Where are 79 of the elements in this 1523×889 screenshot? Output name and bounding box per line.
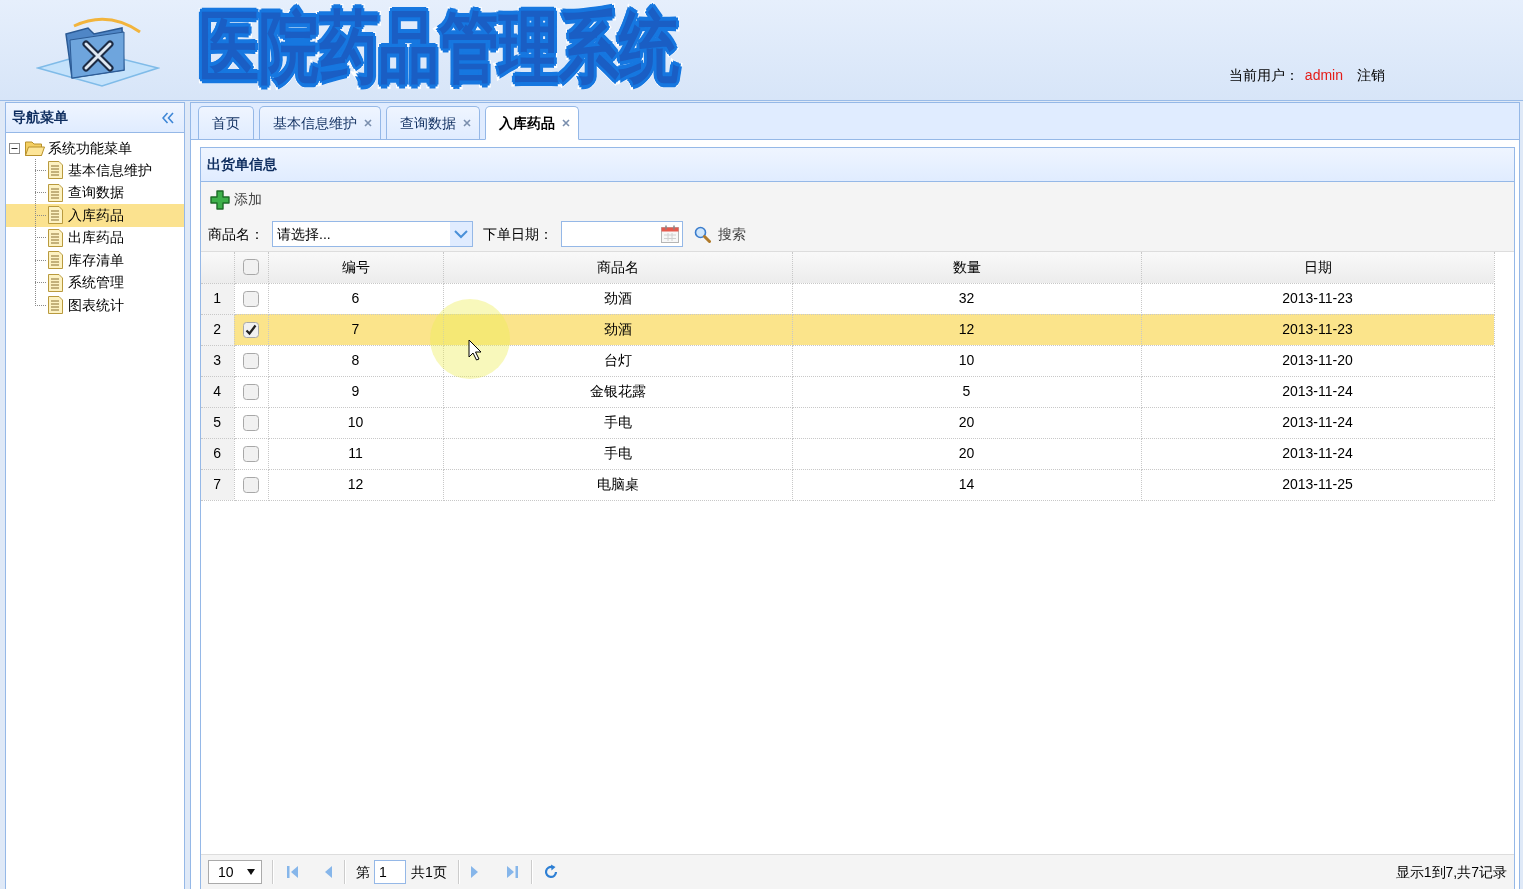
close-icon[interactable] bbox=[463, 119, 471, 127]
page-total: 共1页 bbox=[411, 862, 447, 882]
plus-icon bbox=[210, 189, 230, 210]
tree-item[interactable]: 系统管理 bbox=[6, 271, 184, 294]
date-field[interactable] bbox=[561, 221, 683, 247]
cursor-icon bbox=[430, 299, 510, 379]
table-row[interactable]: 4 9 金银花露 5 2013-11-24 bbox=[201, 376, 1494, 407]
logout-link[interactable]: 注销 bbox=[1357, 65, 1385, 86]
table-row[interactable]: 2 7 劲酒 12 2013-11-23 bbox=[201, 314, 1494, 345]
sidebar-title: 导航菜单 bbox=[12, 108, 68, 127]
row-number: 3 bbox=[201, 345, 234, 376]
checkbox[interactable] bbox=[243, 352, 259, 369]
tab[interactable]: 首页 bbox=[198, 106, 254, 139]
tree-item[interactable]: 出库药品 bbox=[6, 226, 184, 249]
last-page-icon[interactable] bbox=[505, 865, 518, 879]
tab[interactable]: 查询数据 bbox=[386, 106, 480, 139]
row-number: 5 bbox=[201, 407, 234, 438]
caret-icon bbox=[247, 869, 255, 875]
app-title: 医院药品管理系统 bbox=[198, 2, 680, 93]
tree-item[interactable]: 入库药品 bbox=[6, 204, 184, 227]
tab[interactable]: 基本信息维护 bbox=[259, 106, 381, 139]
row-number: 4 bbox=[201, 376, 234, 407]
document-icon bbox=[48, 183, 63, 202]
page-prefix: 第 bbox=[356, 862, 370, 882]
tab[interactable]: 入库药品 bbox=[485, 106, 579, 140]
close-icon[interactable] bbox=[364, 119, 372, 127]
chevron-down-icon[interactable] bbox=[450, 222, 472, 246]
first-page-icon[interactable] bbox=[287, 865, 299, 879]
row-number: 2 bbox=[201, 314, 234, 345]
collapse-icon[interactable] bbox=[162, 111, 174, 124]
checkbox[interactable] bbox=[243, 445, 259, 462]
next-page-icon[interactable] bbox=[470, 865, 479, 879]
search-icon bbox=[694, 225, 711, 243]
table-cell: 12 bbox=[268, 469, 443, 500]
row-number: 7 bbox=[201, 469, 234, 500]
tree-item[interactable]: 图表统计 bbox=[6, 294, 184, 317]
checkbox[interactable] bbox=[243, 476, 259, 493]
document-icon bbox=[48, 228, 63, 247]
row-number: 1 bbox=[201, 283, 234, 314]
table-cell: 14 bbox=[792, 469, 1141, 500]
checkbox[interactable] bbox=[243, 321, 259, 338]
checkbox[interactable] bbox=[243, 290, 259, 307]
checkbox[interactable] bbox=[243, 414, 259, 431]
table-cell: 电脑桌 bbox=[443, 469, 792, 500]
add-button[interactable]: 添加 bbox=[210, 186, 262, 213]
tree-item[interactable]: 基本信息维护 bbox=[6, 159, 184, 182]
calendar-icon[interactable] bbox=[660, 224, 680, 244]
search-button[interactable]: 搜索 bbox=[694, 221, 746, 247]
page-size-select[interactable]: 10 bbox=[208, 860, 262, 884]
document-icon bbox=[48, 251, 63, 270]
previous-page-icon[interactable] bbox=[324, 865, 332, 879]
product-label: 商品名： bbox=[208, 224, 264, 244]
document-icon bbox=[48, 206, 63, 225]
date-label: 下单日期： bbox=[483, 224, 553, 244]
document-icon bbox=[48, 161, 63, 180]
user-name: admin bbox=[1304, 66, 1343, 85]
folder-icon bbox=[25, 140, 45, 156]
page-summary: 显示1到7,共7记录 bbox=[1395, 862, 1507, 882]
tree-item[interactable]: 系统功能菜单 bbox=[25, 137, 132, 159]
refresh-icon[interactable] bbox=[542, 864, 559, 880]
document-icon bbox=[48, 273, 63, 292]
tree-item[interactable]: 库存清单 bbox=[6, 249, 184, 272]
minus-box-icon[interactable] bbox=[9, 142, 20, 154]
row-number: 6 bbox=[201, 438, 234, 469]
table-cell: 2013-11-25 bbox=[1141, 469, 1494, 500]
document-icon bbox=[48, 296, 63, 315]
checkbox[interactable] bbox=[243, 383, 259, 400]
checkbox[interactable] bbox=[243, 259, 259, 276]
product-combobox[interactable]: 请选择... bbox=[272, 221, 473, 247]
panel-title: 出货单信息 bbox=[207, 155, 277, 174]
table-row[interactable]: 7 12 电脑桌 14 2013-11-25 bbox=[201, 469, 1494, 500]
table-row[interactable]: 5 10 手电 20 2013-11-24 bbox=[201, 407, 1494, 438]
page-input[interactable]: 1 bbox=[374, 860, 406, 884]
user-label: 当前用户： bbox=[1228, 66, 1299, 85]
table-row[interactable]: 6 11 手电 20 2013-11-24 bbox=[201, 438, 1494, 469]
tree-item[interactable]: 查询数据 bbox=[6, 181, 184, 204]
table-row[interactable]: 3 8 台灯 10 2013-11-20 bbox=[201, 345, 1494, 376]
table-row[interactable]: 1 6 劲酒 32 2013-11-23 bbox=[201, 283, 1494, 314]
close-icon[interactable] bbox=[562, 119, 570, 127]
